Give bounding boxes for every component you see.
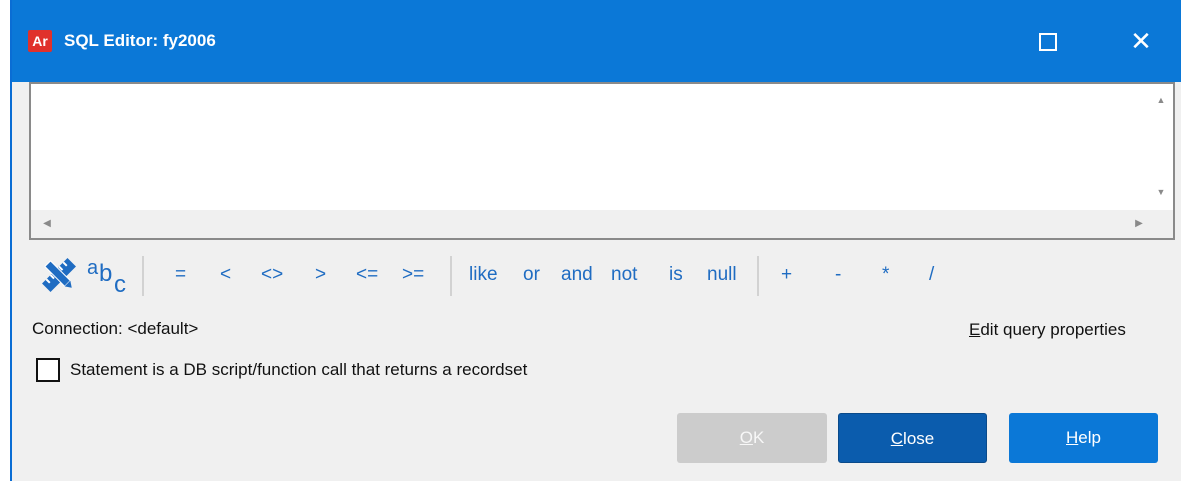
operator-and-button[interactable]: and xyxy=(561,264,593,286)
toolbar-separator xyxy=(450,256,452,296)
operator-greater-equal-button[interactable]: >= xyxy=(402,264,424,286)
operator-divide-button[interactable]: / xyxy=(929,264,934,286)
vertical-scrollbar[interactable]: ▲ ▼ xyxy=(1149,84,1173,210)
close-window-button[interactable]: ✕ xyxy=(1118,20,1164,64)
toolbar-separator xyxy=(142,256,144,296)
operator-greater-than-button[interactable]: > xyxy=(315,264,326,286)
operator-or-button[interactable]: or xyxy=(523,264,540,286)
operator-multiply-button[interactable]: * xyxy=(882,264,889,286)
ok-label: K xyxy=(752,428,765,447)
sql-editor-window: Ar SQL Editor: fy2006 ✕ ▲ ▼ ◀ ▶ a b c = … xyxy=(10,0,1181,481)
pencil-ruler-icon[interactable] xyxy=(37,252,81,298)
svg-text:c: c xyxy=(114,271,126,298)
ok-accesskey: O xyxy=(739,428,753,447)
operator-plus-button[interactable]: + xyxy=(781,264,792,286)
operator-null-button[interactable]: null xyxy=(707,264,737,286)
recordset-checkbox[interactable] xyxy=(36,358,60,382)
button-bar xyxy=(12,396,1181,481)
sql-input[interactable] xyxy=(31,84,1151,210)
sql-text-area[interactable]: ▲ ▼ ◀ ▶ xyxy=(29,82,1175,240)
recordset-checkbox-label[interactable]: Statement is a DB script/function call t… xyxy=(70,360,527,380)
operator-not-equal-button[interactable]: <> xyxy=(261,264,283,286)
horizontal-scrollbar[interactable]: ◀ ▶ xyxy=(31,210,1173,238)
toolbar-separator xyxy=(757,256,759,296)
scroll-left-arrow-icon[interactable]: ◀ xyxy=(37,210,57,238)
operator-not-button[interactable]: not xyxy=(611,264,637,286)
operator-equals-button[interactable]: = xyxy=(175,264,186,286)
scroll-down-arrow-icon[interactable]: ▼ xyxy=(1149,182,1173,202)
app-logo-icon: Ar xyxy=(28,30,52,52)
abc-text-icon[interactable]: a b c xyxy=(85,252,135,298)
close-button[interactable]: Close xyxy=(838,413,987,463)
operator-less-equal-button[interactable]: <= xyxy=(356,264,378,286)
window-title: SQL Editor: fy2006 xyxy=(64,31,216,50)
scroll-up-arrow-icon[interactable]: ▲ xyxy=(1149,90,1173,110)
close-label: lose xyxy=(903,429,935,448)
edit-query-properties-link[interactable]: Edit query properties xyxy=(969,320,1126,340)
title-bar: Ar SQL Editor: fy2006 ✕ xyxy=(12,0,1181,82)
edit-query-label: dit query properties xyxy=(980,320,1126,339)
svg-text:b: b xyxy=(99,260,112,287)
close-icon: ✕ xyxy=(1130,27,1152,57)
help-label: elp xyxy=(1078,428,1101,447)
ok-button[interactable]: OK xyxy=(677,413,827,463)
operator-toolbar: a b c = < <> > <= >= like or and not is … xyxy=(29,252,1029,300)
close-accesskey: C xyxy=(890,429,904,448)
maximize-icon xyxy=(1039,33,1057,51)
maximize-button[interactable] xyxy=(1024,22,1070,62)
scroll-right-arrow-icon[interactable]: ▶ xyxy=(1129,210,1149,238)
connection-label: Connection: <default> xyxy=(32,319,199,338)
help-accesskey: H xyxy=(1066,428,1079,447)
operator-like-button[interactable]: like xyxy=(469,264,498,286)
edit-query-accesskey: E xyxy=(969,320,981,339)
operator-less-than-button[interactable]: < xyxy=(220,264,231,286)
help-button[interactable]: Help xyxy=(1009,413,1158,463)
svg-text:a: a xyxy=(87,257,99,279)
operator-minus-button[interactable]: - xyxy=(835,264,841,286)
operator-is-button[interactable]: is xyxy=(669,264,683,286)
